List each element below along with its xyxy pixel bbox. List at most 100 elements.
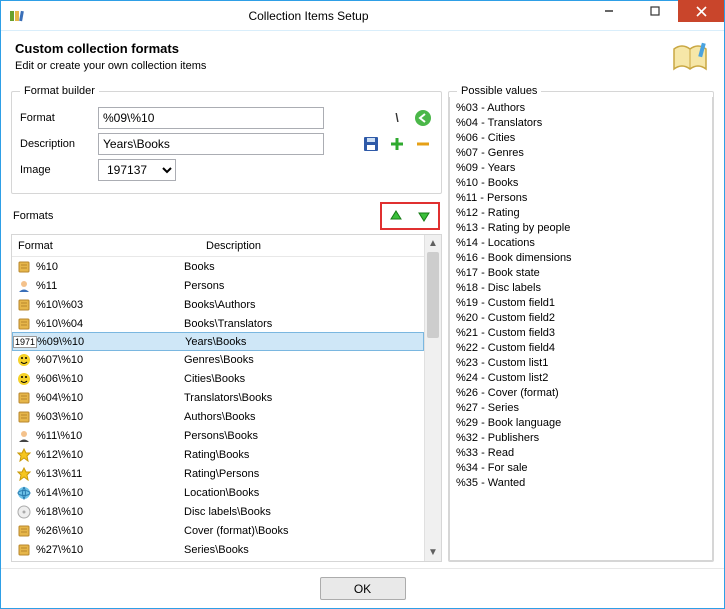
cell-format: %07\%10 — [36, 354, 184, 366]
column-header-description[interactable]: Description — [200, 240, 424, 252]
cell-format: %04\%10 — [36, 392, 184, 404]
table-row[interactable]: %13\%11Rating\Persons — [12, 464, 424, 483]
row-icon — [16, 352, 32, 368]
cell-format: %10\%04 — [36, 318, 184, 330]
row-icon — [16, 447, 32, 463]
possible-value-item[interactable]: %11 - Persons — [456, 191, 706, 206]
move-up-button[interactable] — [386, 206, 406, 226]
scroll-up-button[interactable]: ▲ — [425, 235, 441, 252]
possible-value-item[interactable]: %26 - Cover (format) — [456, 386, 706, 401]
table-row[interactable]: %18\%10Disc labels\Books — [12, 502, 424, 521]
row-icon — [16, 297, 32, 313]
image-select[interactable]: 197137 — [98, 159, 176, 181]
possible-value-item[interactable]: %23 - Custom list1 — [456, 356, 706, 371]
row-icon: 1971 — [17, 334, 33, 350]
row-icon — [16, 561, 32, 562]
image-label: Image — [20, 164, 92, 176]
possible-value-item[interactable]: %21 - Custom field3 — [456, 326, 706, 341]
table-row[interactable]: %03\%10Authors\Books — [12, 407, 424, 426]
back-arrow-button[interactable] — [413, 108, 433, 128]
formats-label: Formats — [13, 210, 372, 222]
table-row[interactable]: %11Persons — [12, 276, 424, 295]
possible-value-item[interactable]: %17 - Book state — [456, 266, 706, 281]
ok-button[interactable]: OK — [320, 577, 406, 600]
cell-format: %12\%10 — [36, 449, 184, 461]
maximize-button[interactable] — [632, 0, 678, 22]
possible-value-item[interactable]: %18 - Disc labels — [456, 281, 706, 296]
possible-value-item[interactable]: %04 - Translators — [456, 116, 706, 131]
possible-value-item[interactable]: %34 - For sale — [456, 461, 706, 476]
possible-value-item[interactable]: %13 - Rating by people — [456, 221, 706, 236]
table-row[interactable]: %26\%10Cover (format)\Books — [12, 521, 424, 540]
scroll-down-button[interactable]: ▼ — [425, 544, 441, 561]
save-button[interactable] — [361, 134, 381, 154]
table-row[interactable]: %10\%04Books\Translators — [12, 314, 424, 333]
possible-value-item[interactable]: %16 - Book dimensions — [456, 251, 706, 266]
window-buttons — [586, 1, 724, 30]
table-row[interactable]: %11\%10Persons\Books — [12, 426, 424, 445]
possible-value-item[interactable]: %24 - Custom list2 — [456, 371, 706, 386]
possible-values-group: Possible values %03 - Authors%04 - Trans… — [448, 85, 714, 562]
row-icon — [16, 428, 32, 444]
cell-description: Persons — [184, 280, 424, 292]
table-row[interactable]: %07\%10Genres\Books — [12, 350, 424, 369]
scrollbar[interactable]: ▲ ▼ — [424, 235, 441, 561]
format-input[interactable] — [98, 107, 324, 129]
row-icon — [16, 409, 32, 425]
window: Collection Items Setup Custom collection… — [0, 0, 725, 609]
description-input[interactable] — [98, 133, 324, 155]
table-row[interactable]: %10\%03Books\Authors — [12, 295, 424, 314]
page-header: Custom collection formats Edit or create… — [1, 31, 724, 85]
cell-description: Books\Translators — [184, 318, 424, 330]
row-icon — [16, 316, 32, 332]
possible-value-item[interactable]: %27 - Series — [456, 401, 706, 416]
format-builder-legend: Format builder — [20, 85, 99, 97]
cell-format: %13\%11 — [36, 468, 184, 480]
sep-icon[interactable]: \ — [387, 108, 407, 128]
move-down-button[interactable] — [414, 206, 434, 226]
table-row[interactable]: %04\%10Translators\Books — [12, 388, 424, 407]
table-row[interactable]: %29\%10Book language\Books — [12, 559, 424, 561]
cell-description: Years\Books — [185, 336, 423, 348]
page-title: Custom collection formats — [15, 41, 670, 56]
cell-format: %27\%10 — [36, 544, 184, 556]
table-row[interactable]: %14\%10Location\Books — [12, 483, 424, 502]
app-icon — [1, 8, 31, 24]
possible-value-item[interactable]: %12 - Rating — [456, 206, 706, 221]
possible-value-item[interactable]: %07 - Genres — [456, 146, 706, 161]
row-icon — [16, 390, 32, 406]
table-row[interactable]: %27\%10Series\Books — [12, 540, 424, 559]
cell-format: %26\%10 — [36, 525, 184, 537]
possible-values-list[interactable]: %03 - Authors%04 - Translators%06 - Citi… — [449, 97, 713, 561]
row-icon — [16, 278, 32, 294]
table-row[interactable]: %10Books — [12, 257, 424, 276]
scroll-thumb[interactable] — [427, 252, 439, 338]
possible-value-item[interactable]: %22 - Custom field4 — [456, 341, 706, 356]
table-row[interactable]: %12\%10Rating\Books — [12, 445, 424, 464]
cell-format: %14\%10 — [36, 487, 184, 499]
remove-button[interactable] — [413, 134, 433, 154]
possible-value-item[interactable]: %10 - Books — [456, 176, 706, 191]
cell-description: Authors\Books — [184, 411, 424, 423]
possible-value-item[interactable]: %09 - Years — [456, 161, 706, 176]
add-button[interactable] — [387, 134, 407, 154]
cell-description: Rating\Books — [184, 449, 424, 461]
possible-value-item[interactable]: %06 - Cities — [456, 131, 706, 146]
possible-value-item[interactable]: %33 - Read — [456, 446, 706, 461]
possible-value-item[interactable]: %19 - Custom field1 — [456, 296, 706, 311]
cell-format: %11\%10 — [36, 430, 184, 442]
possible-value-item[interactable]: %29 - Book language — [456, 416, 706, 431]
table-row[interactable]: %06\%10Cities\Books — [12, 369, 424, 388]
table-row[interactable]: 1971%09\%10Years\Books — [12, 332, 424, 351]
formats-listview[interactable]: Format Description %10Books%11Persons%10… — [11, 234, 442, 562]
row-icon — [16, 466, 32, 482]
minimize-button[interactable] — [586, 0, 632, 22]
possible-value-item[interactable]: %32 - Publishers — [456, 431, 706, 446]
cell-format: %10\%03 — [36, 299, 184, 311]
column-header-format[interactable]: Format — [12, 240, 200, 252]
close-button[interactable] — [678, 0, 724, 22]
possible-value-item[interactable]: %35 - Wanted — [456, 476, 706, 491]
possible-value-item[interactable]: %14 - Locations — [456, 236, 706, 251]
possible-value-item[interactable]: %03 - Authors — [456, 101, 706, 116]
possible-value-item[interactable]: %20 - Custom field2 — [456, 311, 706, 326]
